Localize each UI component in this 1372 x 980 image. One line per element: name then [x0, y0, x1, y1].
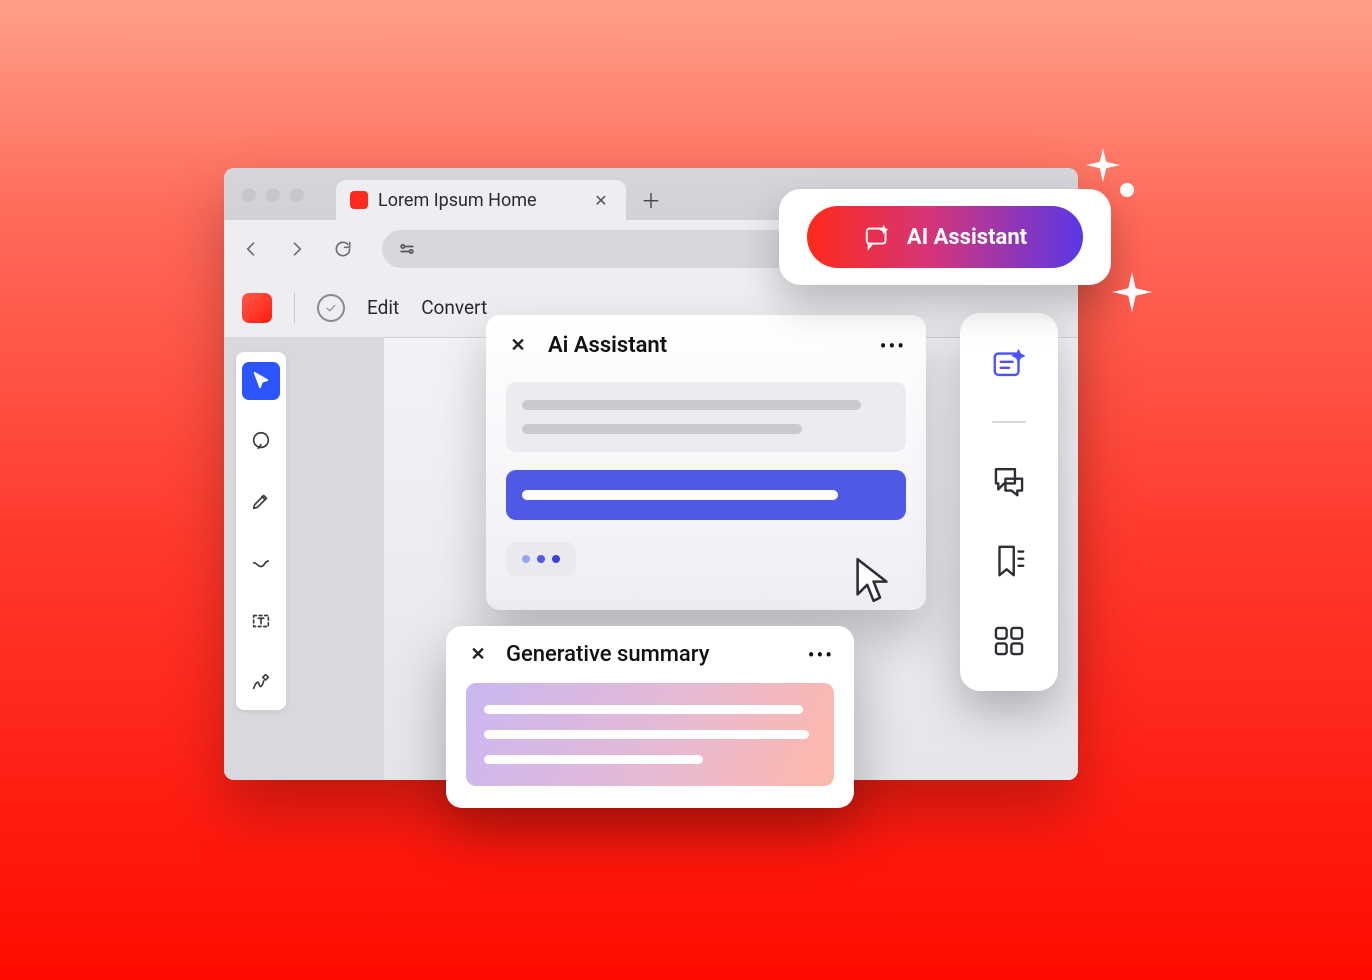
text-placeholder-line: [484, 755, 703, 764]
typing-dot: [552, 555, 560, 563]
sparkle-icon: [1112, 272, 1152, 312]
tab-close-button[interactable]: ✕: [590, 189, 612, 211]
menu-edit[interactable]: Edit: [367, 296, 399, 319]
typing-dot: [537, 555, 545, 563]
highlight-tool[interactable]: [242, 482, 280, 520]
ai-panel-close-button[interactable]: ✕: [506, 334, 530, 358]
gen-panel-header: ✕ Generative summary •••: [466, 642, 834, 667]
text-placeholder-line: [522, 490, 838, 500]
right-toolbar: [960, 313, 1058, 691]
comments-tool[interactable]: [987, 459, 1031, 503]
ai-sparkle-tool[interactable]: [987, 341, 1031, 385]
ai-pill-container: AI Assistant: [779, 189, 1111, 285]
tab-title: Lorem Ipsum Home: [378, 190, 537, 211]
ai-panel-title: Ai Assistant: [548, 333, 667, 358]
pointer-tool[interactable]: [242, 362, 280, 400]
forward-button[interactable]: [284, 236, 310, 262]
assistant-message: [506, 382, 906, 452]
text-placeholder-line: [522, 400, 861, 410]
sparkle-icon: [1086, 148, 1120, 182]
window-close-dot[interactable]: [242, 188, 256, 202]
left-toolstrip: [236, 352, 286, 710]
browser-tab[interactable]: Lorem Ipsum Home ✕: [336, 180, 626, 220]
user-message: [506, 470, 906, 520]
typing-indicator: [506, 542, 576, 576]
text-box-tool[interactable]: [242, 602, 280, 640]
ai-pill-label: AI Assistant: [907, 225, 1027, 250]
gen-panel-close-button[interactable]: ✕: [466, 643, 490, 667]
selection-tool-icon[interactable]: [317, 294, 345, 322]
sign-tool[interactable]: [242, 662, 280, 700]
tab-favicon: [350, 191, 368, 209]
new-tab-button[interactable]: ＋: [634, 182, 668, 216]
back-button[interactable]: [238, 236, 264, 262]
ai-panel-more-button[interactable]: •••: [880, 334, 906, 358]
ai-assistant-button[interactable]: AI Assistant: [807, 206, 1083, 268]
site-settings-icon[interactable]: [396, 238, 418, 260]
app-logo[interactable]: [242, 293, 272, 323]
text-placeholder-line: [484, 730, 809, 739]
apps-grid-tool[interactable]: [987, 619, 1031, 663]
text-placeholder-line: [484, 705, 803, 714]
sparkle-dot-icon: [1120, 182, 1134, 196]
ai-panel-header: ✕ Ai Assistant •••: [506, 333, 906, 358]
window-controls[interactable]: [242, 188, 304, 202]
separator: [992, 421, 1026, 423]
comment-tool[interactable]: [242, 422, 280, 460]
text-placeholder-line: [522, 424, 802, 434]
bookmarks-tool[interactable]: [987, 539, 1031, 583]
draw-tool[interactable]: [242, 542, 280, 580]
window-zoom-dot[interactable]: [290, 188, 304, 202]
gen-panel-more-button[interactable]: •••: [808, 643, 834, 667]
window-minimize-dot[interactable]: [266, 188, 280, 202]
typing-dot: [522, 555, 530, 563]
generative-summary-panel: ✕ Generative summary •••: [446, 626, 854, 808]
gen-panel-body: [466, 683, 834, 786]
gen-panel-title: Generative summary: [506, 642, 710, 667]
menu-convert[interactable]: Convert: [421, 296, 487, 319]
separator: [294, 293, 295, 323]
cursor-icon: [852, 556, 892, 604]
reload-button[interactable]: [330, 236, 356, 262]
